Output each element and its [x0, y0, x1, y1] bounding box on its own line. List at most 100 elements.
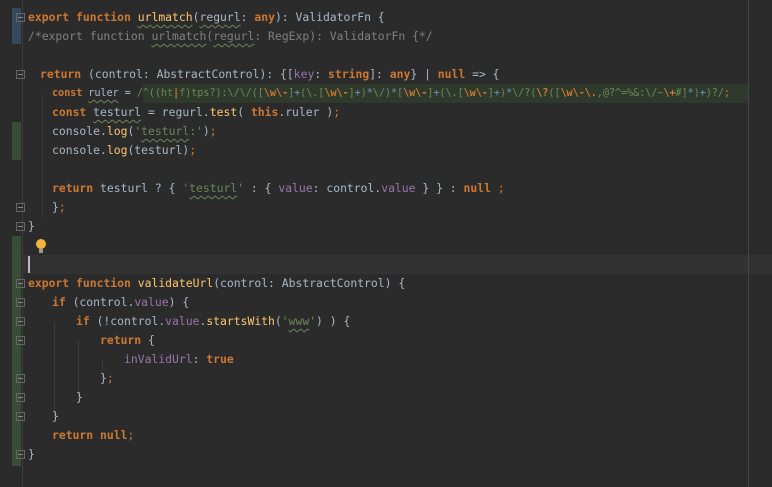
code-token: regurl [199, 10, 241, 24]
code-token: : [314, 67, 329, 81]
code-line[interactable]: const ruler = /^((ht|f)tps?):\/\/([\w\-]… [52, 84, 730, 103]
code-token: null [100, 428, 128, 442]
code-token: ruler [88, 87, 119, 99]
code-token: ; [490, 181, 505, 195]
code-token: )?/ [705, 87, 724, 99]
code-token: test [209, 105, 238, 119]
code-token: validateUrl [137, 276, 214, 290]
code-token: urlmatch [151, 29, 207, 43]
fold-toggle-icon[interactable] [16, 317, 25, 326]
change-marker-added [12, 236, 21, 466]
code-token: ; [189, 143, 197, 157]
code-line[interactable]: return testurl ? { 'testurl' : { value: … [52, 179, 505, 198]
code-token: function [76, 10, 138, 24]
code-line[interactable]: } [52, 407, 59, 426]
code-token: (\.[ [439, 87, 464, 99]
code-token: ; [209, 124, 217, 138]
code-token: ) { [168, 295, 190, 309]
code-token: (control: AbstractControl): {[ [88, 67, 294, 81]
code-token: } [52, 200, 59, 214]
code-token: string [328, 67, 370, 81]
code-token: ht [160, 87, 174, 99]
code-token: true [206, 352, 234, 366]
code-token: \/\/( [227, 87, 258, 99]
fold-toggle-icon[interactable] [16, 70, 25, 79]
code-line[interactable]: inValidUrl: true [124, 350, 234, 369]
code-token: ; [723, 87, 730, 99]
fold-toggle-icon[interactable] [16, 203, 25, 212]
fold-toggle-icon[interactable] [16, 13, 25, 22]
code-token: \w\- [403, 87, 428, 99]
code-line[interactable]: } [76, 388, 83, 407]
code-token: urlmatch [137, 10, 193, 24]
code-token: ; [106, 371, 114, 385]
code-line[interactable]: export function urlmatch(regurl: any): V… [28, 8, 385, 27]
right-margin-guide [748, 0, 749, 487]
code-token: : control. [312, 181, 382, 195]
code-token: function [76, 276, 138, 290]
code-token: ; [333, 105, 341, 119]
fold-toggle-icon[interactable] [16, 393, 25, 402]
code-token: } [76, 390, 83, 404]
code-token: ( [274, 314, 282, 328]
code-token: key [293, 67, 315, 81]
code-token: \? [536, 87, 549, 99]
code-token: \w\- [263, 87, 288, 99]
code-token: ; [58, 200, 66, 214]
code-token: export [28, 10, 77, 24]
code-token: value [278, 181, 313, 195]
fold-toggle-icon[interactable] [16, 279, 25, 288]
code-token: ' [281, 314, 289, 328]
code-token: testurl [93, 105, 142, 119]
code-line[interactable]: if (control.value) { [52, 293, 189, 312]
text-caret [28, 256, 30, 273]
code-token: log [106, 143, 128, 157]
code-token: ) ) { [316, 314, 351, 328]
fold-toggle-icon[interactable] [16, 222, 25, 231]
code-token: value [134, 295, 169, 309]
code-line[interactable]: export function validateUrl(control: Abs… [28, 274, 405, 293]
code-line[interactable]: }; [100, 369, 114, 388]
fold-toggle-icon[interactable] [16, 374, 25, 383]
code-token: testurl [141, 124, 190, 138]
fold-toggle-icon[interactable] [16, 450, 25, 459]
code-line[interactable]: }; [52, 198, 66, 217]
code-token: any [389, 67, 411, 81]
code-token: ([ [548, 87, 561, 99]
code-token: /^(( [136, 87, 161, 99]
indent-guide [54, 322, 55, 418]
code-token: ) [202, 124, 210, 138]
code-line[interactable]: console.log('testurl:'); [52, 122, 217, 141]
code-line[interactable]: } [28, 445, 35, 464]
code-line[interactable]: console.log(testurl); [52, 141, 196, 160]
fold-toggle-icon[interactable] [16, 298, 25, 307]
code-token: } | [410, 67, 438, 81]
code-line[interactable]: /*export function urlmatch(regurl: RegEx… [28, 27, 433, 46]
fold-toggle-icon[interactable] [16, 336, 25, 345]
code-token: ]: [369, 67, 390, 81]
code-token: null [463, 181, 491, 195]
code-token: inValidUrl [124, 352, 193, 366]
code-line[interactable]: return null; [52, 426, 134, 445]
code-line[interactable]: if (!control.value.startsWith('www') ) { [76, 312, 350, 331]
code-token: return [100, 333, 149, 347]
code-token: /*export function [28, 29, 152, 43]
code-line[interactable]: return { [100, 331, 155, 350]
code-token: testurl ? { [100, 181, 183, 195]
code-token: \/) [372, 87, 391, 99]
current-line-highlight [23, 255, 772, 274]
code-token: return [40, 67, 89, 81]
fold-toggle-icon[interactable] [16, 412, 25, 421]
code-token: console. [52, 124, 107, 138]
lightbulb-icon[interactable] [36, 239, 46, 253]
code-token: (control. [72, 295, 135, 309]
code-token: log [106, 124, 128, 138]
code-line[interactable]: return (control: AbstractControl): {[key… [40, 65, 500, 84]
code-token: value [165, 314, 200, 328]
code-token: .ruler ) [278, 105, 334, 119]
indent-guide [42, 94, 43, 218]
code-line[interactable]: const testurl = regurl.test( this.ruler … [52, 103, 340, 122]
code-token: \w\- [324, 87, 349, 99]
code-token: : RegExp): ValidatorFn {*/ [254, 29, 433, 43]
code-line[interactable]: } [28, 217, 35, 236]
